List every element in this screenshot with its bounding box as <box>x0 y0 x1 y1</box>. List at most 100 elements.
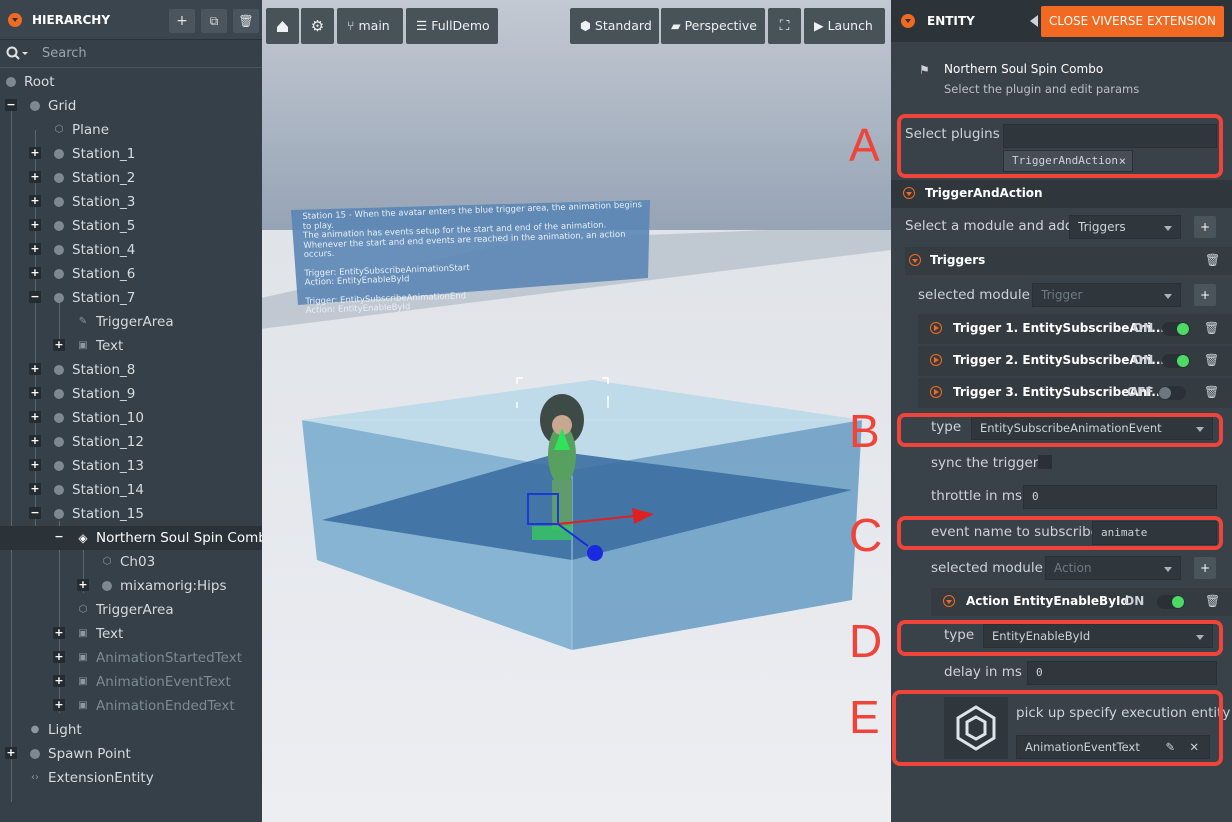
collapse-icon[interactable] <box>8 12 22 27</box>
fullscreen-icon: ⛶ <box>779 18 790 34</box>
text-icon: ▣ <box>78 628 88 639</box>
trigger-3-toggle[interactable] <box>1158 386 1186 400</box>
shading-button[interactable]: ⬢ Standard <box>570 8 659 44</box>
annotation-box-d <box>897 620 1223 656</box>
launch-button[interactable]: ▶ Launch <box>804 8 885 44</box>
tree-item-station-9[interactable]: + Station_9 <box>0 382 262 406</box>
throttle-input[interactable]: 0 <box>1023 485 1217 509</box>
module-select[interactable]: Triggers <box>1069 215 1181 239</box>
delete-icon[interactable]: 🗑 <box>1205 594 1220 608</box>
play-icon[interactable] <box>930 354 942 366</box>
trigger-module-select[interactable]: Trigger <box>1032 283 1181 307</box>
home-button[interactable] <box>266 8 299 44</box>
add-trigger-button[interactable]: + <box>1194 284 1216 306</box>
project-button[interactable]: ☰ FullDemo <box>406 8 498 44</box>
scene-viewport[interactable]: Station 15 - When the avatar enters the … <box>262 0 891 822</box>
trigger-2-row[interactable]: Trigger 2. EntitySubscribeAni... ON 🗑 <box>918 346 1232 376</box>
section-triggerandaction[interactable]: TriggerAndAction <box>891 180 1232 208</box>
delete-icon[interactable]: 🗑 <box>1205 253 1220 267</box>
tree-item-station-8[interactable]: + Station_8 <box>0 358 262 382</box>
editor-app: HIERARCHY + ⧉ 🗑 Search Root − Grid ⬡ Plane… <box>0 0 1232 822</box>
caret-icon[interactable] <box>943 595 955 607</box>
tree-item-station-13[interactable]: + Station_13 <box>0 454 262 478</box>
code-icon: ‹› <box>31 772 39 783</box>
tree-item-station-6[interactable]: + Station_6 <box>0 262 262 286</box>
home-icon <box>277 21 288 32</box>
delete-entity-button[interactable]: 🗑 <box>233 9 259 33</box>
tree-item-extensionentity[interactable]: ‹› ExtensionEntity <box>0 766 262 790</box>
trigger-1-toggle[interactable] <box>1162 322 1190 336</box>
hierarchy-search[interactable]: Search <box>0 40 262 68</box>
entity-icon: ◈ <box>78 531 88 545</box>
delete-icon[interactable]: 🗑 <box>1204 321 1219 335</box>
tree-item-station-4[interactable]: + Station_4 <box>0 238 262 262</box>
tree-item-station-15[interactable]: − Station_15 <box>0 502 262 526</box>
play-icon[interactable] <box>930 322 942 334</box>
delete-icon[interactable]: 🗑 <box>1204 353 1219 367</box>
tree-item-station-7[interactable]: − Station_7 <box>0 286 262 310</box>
tree-item-triggerarea[interactable]: ✎ TriggerArea <box>0 310 262 334</box>
tree-item-station-3[interactable]: + Station_3 <box>0 190 262 214</box>
camera-icon: ▰ <box>671 18 685 33</box>
add-action-button[interactable]: + <box>1194 557 1216 579</box>
tree-item-animationendedtext[interactable]: + ▣ AnimationEndedText <box>0 694 262 718</box>
tree-item-station-5[interactable]: + Station_5 <box>0 214 262 238</box>
duplicate-entity-button[interactable]: ⧉ <box>201 9 227 33</box>
tree-item-grid[interactable]: − Grid <box>0 94 262 118</box>
close-viverse-extension-button[interactable]: CLOSE VIVERSE EXTENSION <box>1040 6 1224 37</box>
tree-item-triggerarea-2[interactable]: ⬡ TriggerArea <box>0 598 262 622</box>
tree-item-root[interactable]: Root <box>0 70 262 94</box>
tree-item-light[interactable]: ● Light <box>0 718 262 742</box>
light-icon: ● <box>30 724 40 735</box>
throttle-label: throttle in ms <box>931 488 1023 504</box>
play-icon: ▶ <box>814 18 828 33</box>
tree-item-mixamorig-hips[interactable]: + mixamorig:Hips <box>0 574 262 598</box>
list-icon: ☰ <box>416 18 432 33</box>
tree-item-station-2[interactable]: + Station_2 <box>0 166 262 190</box>
play-icon[interactable] <box>930 386 942 398</box>
trigger-1-row[interactable]: Trigger 1. EntitySubscribeAni... ON 🗑 <box>918 314 1232 344</box>
branch-button[interactable]: ⑂ main <box>337 8 403 44</box>
tree-item-station-14[interactable]: + Station_14 <box>0 478 262 502</box>
tree-item-station-1[interactable]: + Station_1 <box>0 142 262 166</box>
hierarchy-title: HIERARCHY <box>32 12 111 27</box>
tree-item-northern-soul-spin-combo[interactable]: − ◈ Northern Soul Spin Combo <box>0 526 275 550</box>
caret-icon[interactable] <box>903 187 915 199</box>
add-entity-button[interactable]: + <box>169 9 195 33</box>
annotation-box-a <box>897 114 1223 178</box>
tree-item-text[interactable]: + ▣ Text <box>0 334 262 358</box>
fullscreen-button[interactable]: ⛶ <box>768 8 801 44</box>
tree-item-spawn-point[interactable]: + Spawn Point <box>0 742 262 766</box>
action-row[interactable]: Action EntityEnableById ON 🗑 <box>931 588 1232 616</box>
tree-item-station-12[interactable]: + Station_12 <box>0 430 262 454</box>
action-module-select[interactable]: Action <box>1045 556 1181 580</box>
annotation-label-d: D <box>849 615 883 667</box>
trigger-3-row[interactable]: Trigger 3. EntitySubscribeAni... OFF 🗑 <box>918 378 1232 408</box>
scene-render <box>262 200 891 650</box>
tree-item-ch03[interactable]: ⬡ Ch03 <box>0 550 262 574</box>
entity-info: ⚑ Northern Soul Spin Combo Select the pl… <box>891 58 1232 106</box>
sync-checkbox[interactable] <box>1038 455 1052 469</box>
triggers-header[interactable]: Triggers 🗑 <box>905 247 1232 275</box>
caret-icon[interactable] <box>909 254 921 266</box>
camera-button[interactable]: ▰ Perspective <box>661 8 765 44</box>
action-module-row: selected module Action + <box>891 553 1232 583</box>
tree-item-animationeventtext[interactable]: + ▣ AnimationEventText <box>0 670 262 694</box>
search-input[interactable]: Search <box>42 46 87 61</box>
trigger-2-toggle[interactable] <box>1162 354 1190 368</box>
trigger-icon: ✎ <box>78 316 88 327</box>
tree-item-plane[interactable]: ⬡ Plane <box>0 118 262 142</box>
branch-label: main <box>358 18 390 33</box>
tree-item-text-2[interactable]: + ▣ Text <box>0 622 262 646</box>
action-module-label: selected module <box>931 560 1043 576</box>
collapse-icon[interactable] <box>901 14 915 28</box>
delay-input[interactable]: 0 <box>1027 661 1217 685</box>
delete-icon[interactable]: 🗑 <box>1204 385 1219 399</box>
add-module-button[interactable]: + <box>1194 216 1216 238</box>
tree-item-animationstartedtext[interactable]: + ▣ AnimationStartedText <box>0 646 262 670</box>
action-toggle[interactable] <box>1157 595 1185 609</box>
settings-button[interactable]: ⚙ <box>301 8 334 44</box>
module-row: Select a module and add Triggers + <box>891 212 1232 242</box>
tree-item-station-10[interactable]: + Station_10 <box>0 406 262 430</box>
back-arrow-icon[interactable] <box>1030 15 1038 27</box>
